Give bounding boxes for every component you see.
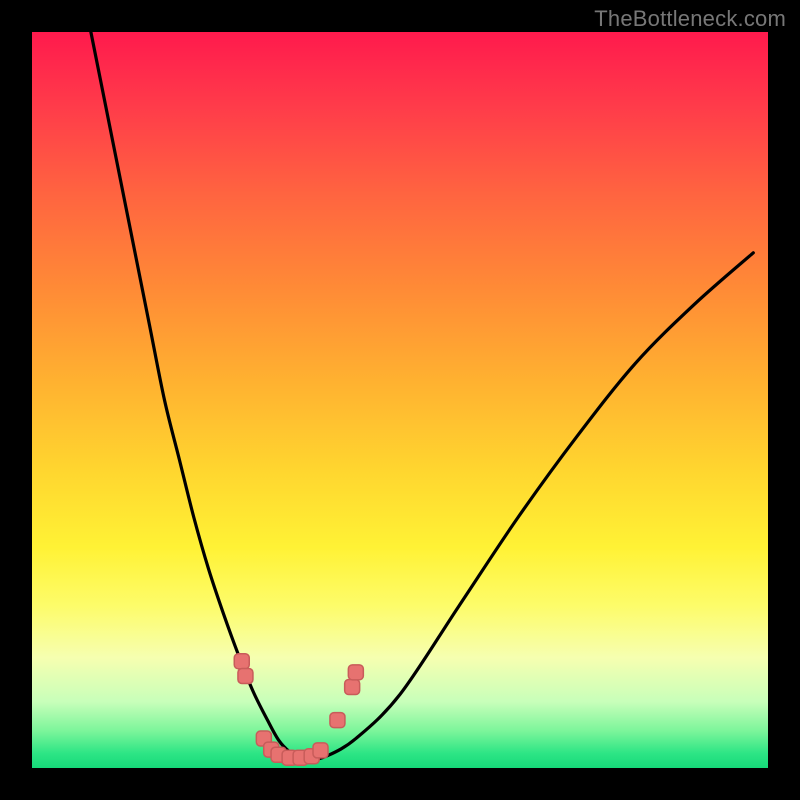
chart-marker (345, 680, 360, 695)
chart-marker (238, 669, 253, 684)
chart-plot-area (32, 32, 768, 768)
chart-marker (234, 654, 249, 669)
chart-svg (32, 32, 768, 768)
chart-frame: TheBottleneck.com (0, 0, 800, 800)
chart-marker (330, 713, 345, 728)
watermark-text: TheBottleneck.com (594, 6, 786, 32)
bottleneck-curve (91, 32, 753, 759)
chart-marker (348, 665, 363, 680)
chart-marker (313, 743, 328, 758)
